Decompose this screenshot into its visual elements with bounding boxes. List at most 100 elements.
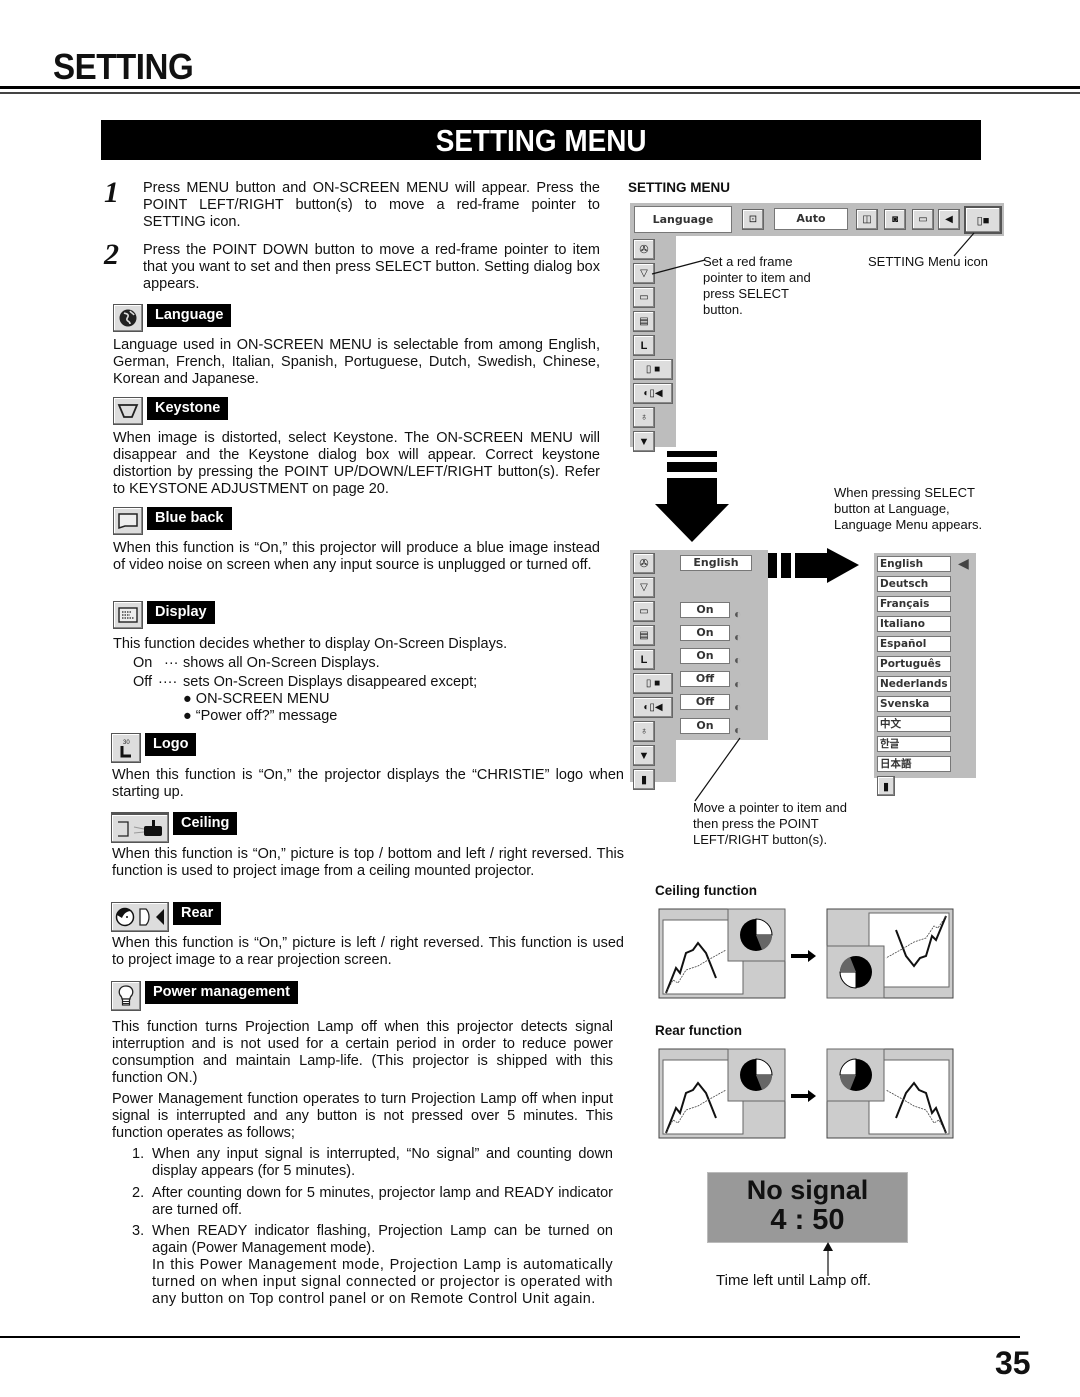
language-option[interactable]: 한글	[877, 736, 951, 752]
osd-panel-icons: ✇ ▽ ▭ ▤ L ▯ ■ ◐▯◀ ♁ ▼ ▮	[633, 553, 673, 790]
step-1-text: Press MENU button and ON-SCREEN MENU wil…	[143, 180, 600, 230]
adjust-arrow-icon[interactable]: ◐	[734, 649, 741, 672]
osd-value-blueback[interactable]: On	[680, 602, 730, 618]
rear-function-diagram	[658, 1048, 954, 1139]
osd-ceiling-icon[interactable]: ▯ ■	[633, 673, 673, 694]
section-banner: SETTING MENU	[101, 120, 981, 160]
osd-rear-icon[interactable]: ◐▯◀	[633, 697, 673, 718]
power-list-text-3b: In this Power Management mode, Projectio…	[152, 1257, 613, 1307]
ceiling-before-screen	[658, 908, 786, 999]
osd-display-icon[interactable]: ▤	[633, 625, 655, 646]
power-list-num-3: 3.	[132, 1223, 145, 1239]
osd-display-icon[interactable]: ▤	[633, 311, 655, 332]
language-option[interactable]: 中文	[877, 716, 951, 732]
power-management-label: Power management	[145, 981, 298, 1004]
display-icon	[113, 601, 143, 629]
keystone-section-header: Keystone	[113, 397, 229, 425]
power-list-text-3: When READY indicator flashing, Projectio…	[152, 1223, 613, 1256]
language-option[interactable]: 日本語	[877, 756, 951, 772]
logo-label: Logo	[145, 733, 197, 756]
adjust-arrow-icon[interactable]: ◐	[734, 626, 741, 649]
ceiling-label: Ceiling	[173, 812, 238, 835]
osd-logo-icon[interactable]: L	[633, 335, 655, 356]
power-management-section-header: Power management	[111, 981, 298, 1011]
display-section-header: Display	[113, 601, 215, 629]
osd-exit-icon[interactable]: ▮	[877, 776, 895, 796]
ceiling-function-diagram	[658, 908, 954, 999]
power-list-text-1: When any input signal is interrupted, “N…	[152, 1146, 613, 1179]
osd-screen-icon[interactable]: ◫	[856, 209, 878, 230]
page-number: 35	[995, 1345, 1031, 1381]
osd-value-rear[interactable]: Off	[680, 694, 730, 710]
lamp-icon	[111, 981, 141, 1011]
osd-value-ceiling[interactable]: Off	[680, 671, 730, 687]
rear-function-title: Rear function	[655, 1023, 743, 1038]
osd-ceiling-icon[interactable]: ▯ ■	[633, 359, 673, 380]
adjust-arrow-icon[interactable]: ◐	[734, 603, 741, 626]
adjust-arrow-icon[interactable]: ◐	[734, 696, 741, 719]
note-setting-menu-icon: SETTING Menu icon	[868, 254, 988, 269]
globe-icon	[113, 304, 143, 332]
osd-input-icon[interactable]: ⊡	[742, 209, 764, 230]
language-option[interactable]: Nederlands	[877, 676, 951, 692]
osd-logo-icon[interactable]: L	[633, 649, 655, 670]
rear-description: When this function is “On,” picture is l…	[112, 935, 624, 968]
osd-rear-icon[interactable]: ◐▯◀	[633, 383, 673, 404]
display-on-key: On	[133, 655, 153, 671]
step-number-2: 2	[104, 238, 119, 271]
language-option[interactable]: Português	[877, 656, 951, 672]
language-list: English Deutsch Français Italiano Españo…	[877, 556, 951, 796]
screen-icon	[113, 507, 143, 535]
osd-blueback-icon[interactable]: ▭	[633, 601, 655, 622]
osd-value-logo[interactable]: On	[680, 648, 730, 664]
osd-value-language[interactable]: English	[680, 555, 752, 571]
language-section-header: Language	[113, 304, 232, 332]
power-list-num-2: 2.	[132, 1185, 145, 1201]
osd-language-icon[interactable]: ✇	[633, 553, 655, 574]
osd-sound-icon[interactable]: ◀	[938, 209, 960, 230]
osd-value-power[interactable]: On	[680, 718, 730, 734]
keystone-description: When image is distorted, select Keystone…	[113, 430, 600, 497]
ceiling-function-title: Ceiling function	[655, 883, 757, 898]
selected-language-arrow-icon: ◀	[958, 555, 969, 571]
osd-keystone-icon[interactable]: ▭	[912, 209, 934, 230]
time-caption: Time left until Lamp off.	[716, 1272, 872, 1289]
display-on-dots: ···	[164, 655, 179, 671]
header-rule-thin	[0, 92, 1080, 94]
osd-blueback-icon[interactable]: ▭	[633, 287, 655, 308]
osd-exit-icon[interactable]: ▮	[633, 769, 655, 790]
language-option[interactable]: Deutsch	[877, 576, 951, 592]
rear-before-screen	[658, 1048, 786, 1139]
language-option[interactable]: English	[877, 556, 951, 572]
ceiling-description: When this function is “On,” picture is t…	[112, 846, 624, 879]
step-number-1: 1	[104, 176, 119, 209]
no-signal-display: No signal 4 : 50	[707, 1172, 908, 1243]
display-bullet-1: ● ON-SCREEN MENU	[183, 691, 330, 707]
no-signal-title: No signal	[746, 1175, 869, 1205]
note-pointer: Move a pointer to item and then press th…	[693, 800, 847, 847]
osd-adjust-arrows: ◐ ◐ ◐ ◐ ◐ ◐	[734, 603, 741, 742]
osd-scroll-down-icon[interactable]: ▼	[633, 745, 655, 766]
page-title: SETTING	[53, 46, 194, 87]
osd-power-icon[interactable]: ♁	[633, 721, 655, 742]
keystone-icon	[113, 397, 143, 425]
osd-image-icon[interactable]: ◙	[884, 209, 906, 230]
logo-icon-text: 30	[123, 740, 130, 746]
language-option[interactable]: Svenska	[877, 696, 951, 712]
language-option[interactable]: Español	[877, 636, 951, 652]
osd-power-icon[interactable]: ♁	[633, 407, 655, 428]
language-option[interactable]: Italiano	[877, 616, 951, 632]
display-bullet-2: ● “Power off?” message	[183, 708, 338, 724]
osd-keystone-item-icon[interactable]: ▽	[633, 577, 655, 598]
power-list-text-2: After counting down for 5 minutes, proje…	[152, 1185, 613, 1218]
display-label: Display	[147, 601, 215, 624]
ceiling-after-screen	[826, 908, 954, 999]
step-2-text: Press the POINT DOWN button to move a re…	[143, 242, 600, 292]
blue-back-description: When this function is “On,” this project…	[113, 540, 600, 573]
right-arrow-icon	[768, 548, 859, 583]
osd-scroll-down-icon[interactable]: ▼	[633, 431, 655, 452]
adjust-arrow-icon[interactable]: ◐	[734, 673, 741, 696]
osd-menu-bar: Language ⊡ Auto ◫ ◙ ▭ ◀ ▯■	[630, 203, 1004, 236]
language-option[interactable]: Français	[877, 596, 951, 612]
osd-value-display[interactable]: On	[680, 625, 730, 641]
